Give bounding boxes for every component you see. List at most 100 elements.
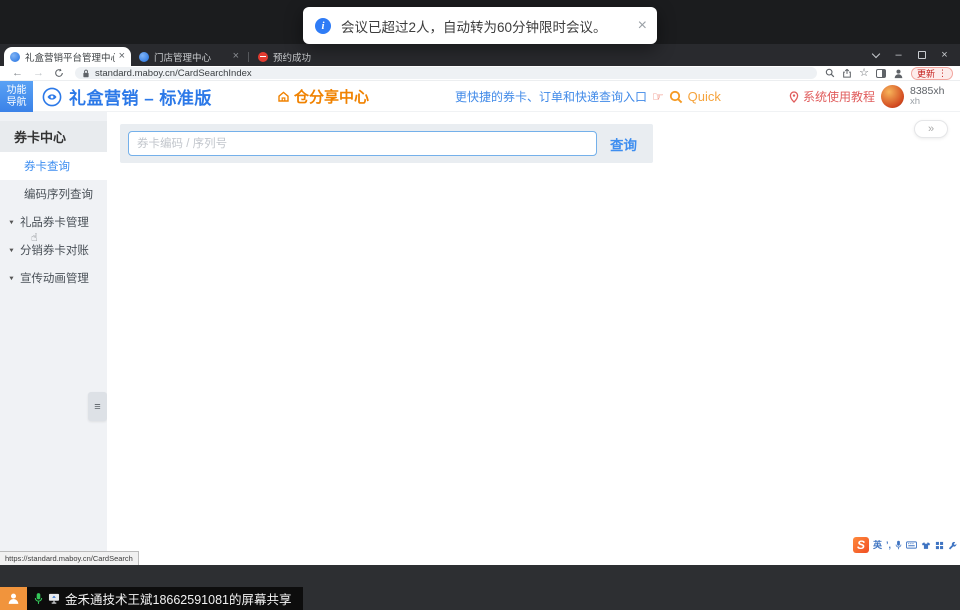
- meeting-toast: i 会议已超过2人，自动转为60分钟限时会议。 ×: [303, 7, 657, 44]
- system-tutorial-link[interactable]: 系统使用教程: [789, 81, 875, 112]
- sidebar-group-label: 礼品券卡管理: [20, 214, 89, 230]
- search-button[interactable]: 查询: [610, 124, 637, 163]
- share-icon[interactable]: [842, 68, 852, 78]
- sidebar: 券卡中心 券卡查询 编码序列查询 ▼ 礼品券卡管理 ▼ 分销券卡对账 ▼ 宣传动…: [0, 112, 107, 565]
- triangle-down-icon: ▼: [8, 219, 15, 225]
- tab-close-icon[interactable]: ×: [233, 51, 239, 62]
- browser-window: 礼盒营销平台管理中心 × 门店管理中心 × 预约成功 – × ←: [0, 44, 960, 565]
- toast-message: 会议已超过2人，自动转为60分钟限时会议。: [341, 16, 607, 36]
- soft-keyboard-icon[interactable]: [906, 541, 917, 549]
- quick-entry-text: 更快捷的券卡、订单和快递查询入口: [455, 88, 647, 105]
- tab-favicon: [139, 52, 149, 62]
- quick-search-icon: [669, 90, 683, 104]
- window-minimize-icon[interactable]: –: [887, 44, 910, 66]
- screen-share-icon: [48, 593, 60, 604]
- window-controls: – ×: [864, 44, 956, 66]
- card-search-input[interactable]: [128, 131, 597, 156]
- sidebar-group-distribution-reconciliation[interactable]: ▼ 分销券卡对账: [0, 236, 107, 264]
- tab-title: 预约成功: [273, 50, 318, 64]
- sidebar-group-gift-card-management[interactable]: ▼ 礼品券卡管理: [0, 208, 107, 236]
- app-header: 功能 导航 礼盒营销 – 标准版 仓分享中心 更快捷的券卡、订单和快递查询入口 …: [0, 81, 960, 112]
- bookmark-star-icon[interactable]: ☆: [859, 68, 869, 79]
- sidebar-item-code-sequence-search[interactable]: 编码序列查询: [0, 180, 107, 208]
- url-text: standard.maboy.cn/CardSearchIndex: [95, 68, 252, 79]
- tab-favicon: [258, 52, 268, 62]
- tab-title: 门店管理中心: [154, 50, 229, 64]
- menu-icon: ≡: [94, 401, 100, 413]
- window-close-icon[interactable]: ×: [933, 44, 956, 66]
- skin-icon[interactable]: [921, 541, 931, 550]
- brand: 礼盒营销 – 标准版: [42, 81, 212, 112]
- triangle-down-icon: ▼: [8, 275, 15, 281]
- location-pin-icon: [789, 91, 799, 103]
- function-nav-button[interactable]: 功能 导航: [0, 81, 33, 112]
- warehouse-share-center-link[interactable]: 仓分享中心: [277, 81, 369, 112]
- tab-title: 礼盒营销平台管理中心: [25, 50, 115, 64]
- sidebar-group-label: 分销券卡对账: [20, 242, 89, 258]
- ime-toolbar[interactable]: S 英 ’,: [851, 536, 959, 554]
- desktop: i 会议已超过2人，自动转为60分钟限时会议。 × 礼盒营销平台管理中心 × 门…: [0, 0, 960, 610]
- quick-label: Quick: [688, 89, 721, 104]
- side-panel-icon[interactable]: [876, 69, 886, 78]
- sidebar-collapse-toggle[interactable]: ≡: [88, 392, 107, 421]
- punctuation-mode-icon[interactable]: ’,: [886, 541, 891, 550]
- person-icon: [7, 592, 20, 605]
- nav-toggle-line2: 导航: [7, 97, 27, 109]
- toast-close-icon[interactable]: ×: [638, 18, 647, 34]
- tab-strip: 礼盒营销平台管理中心 × 门店管理中心 × 预约成功 – ×: [0, 44, 960, 66]
- card-search-panel: 查询: [120, 124, 653, 163]
- avatar: [881, 85, 904, 108]
- tab-favicon: [10, 52, 20, 62]
- tutorial-label: 系统使用教程: [803, 88, 875, 105]
- mouse-hand-cursor: ☝: [31, 231, 38, 244]
- sidebar-group-promo-animation[interactable]: ▼ 宣传动画管理: [0, 264, 107, 292]
- back-icon[interactable]: ←: [12, 68, 23, 79]
- user-sub-label: xh: [910, 97, 944, 108]
- info-icon: i: [315, 18, 331, 34]
- brand-title: 礼盒营销 – 标准版: [69, 84, 212, 109]
- window-menu-chevron-icon[interactable]: [864, 44, 887, 66]
- address-bar[interactable]: standard.maboy.cn/CardSearchIndex: [75, 67, 817, 79]
- chrome-update-button[interactable]: 更新 ⋮: [911, 67, 953, 80]
- zoom-icon[interactable]: [825, 68, 835, 78]
- nav-toggle-line1: 功能: [7, 85, 27, 97]
- browser-toolbar: ← → standard.maboy.cn/CardSearchIndex ☆: [0, 66, 960, 81]
- profile-icon[interactable]: [893, 68, 904, 79]
- lock-icon: [82, 69, 90, 78]
- grid-apps-icon[interactable]: [935, 541, 944, 550]
- window-restore-icon[interactable]: [910, 44, 933, 66]
- microphone-icon: [34, 592, 43, 605]
- share-center-label: 仓分享中心: [294, 86, 369, 107]
- app-body: 券卡中心 券卡查询 编码序列查询 ▼ 礼品券卡管理 ▼ 分销券卡对账 ▼ 宣传动…: [0, 112, 960, 565]
- share-bar-text: 金禾通技术王斌18662591081的屏幕共享: [65, 589, 291, 608]
- link-preview-tooltip: https://standard.maboy.cn/CardSearch: [0, 551, 139, 565]
- voice-input-icon[interactable]: [895, 540, 902, 550]
- refresh-icon[interactable]: [54, 68, 64, 78]
- tab-reservation-success[interactable]: 预约成功: [252, 47, 324, 66]
- double-chevron-right-icon: »: [928, 123, 934, 135]
- triangle-down-icon: ▼: [8, 247, 15, 253]
- user-account[interactable]: 8385xh xh: [881, 81, 944, 112]
- tab-close-icon[interactable]: ×: [119, 51, 125, 62]
- expand-panel-button[interactable]: »: [914, 120, 948, 138]
- more-vertical-icon: ⋮: [938, 68, 947, 79]
- screen-share-bar: 金禾通技术王斌18662591081的屏幕共享: [0, 587, 303, 610]
- sidebar-group-label: 宣传动画管理: [20, 270, 89, 286]
- toolbox-wrench-icon[interactable]: [948, 541, 957, 550]
- sidebar-item-card-search[interactable]: 券卡查询: [0, 152, 107, 180]
- tab-separator: [248, 52, 249, 62]
- language-mode-icon[interactable]: 英: [873, 541, 882, 550]
- forward-icon[interactable]: →: [33, 68, 44, 79]
- house-icon: [277, 90, 290, 103]
- tab-gift-box-admin[interactable]: 礼盒营销平台管理中心 ×: [4, 47, 131, 66]
- update-label: 更新: [917, 67, 935, 80]
- toolbar-right-icons: ☆ 更新 ⋮: [825, 67, 953, 80]
- quick-entry[interactable]: 更快捷的券卡、订单和快递查询入口 ☞ Quick: [455, 81, 721, 112]
- main-content: 查询 »: [107, 112, 960, 565]
- sidebar-title: 券卡中心: [0, 121, 107, 152]
- tab-store-admin[interactable]: 门店管理中心 ×: [133, 47, 245, 66]
- app-logo-icon: [42, 87, 62, 107]
- sogou-logo-icon[interactable]: S: [853, 537, 869, 553]
- sharer-avatar: [0, 587, 27, 610]
- pointing-finger-icon: ☞: [652, 90, 664, 103]
